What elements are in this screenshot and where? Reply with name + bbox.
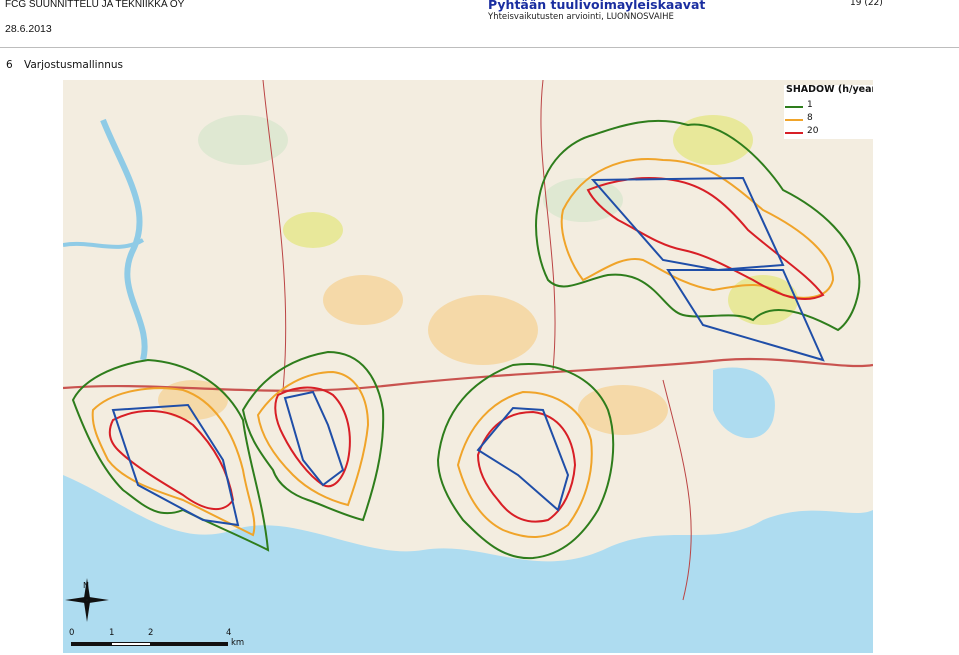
map-graphic: N: [63, 80, 873, 653]
legend-label: 8: [807, 113, 813, 123]
document-title: Pyhtään tuulivoimayleiskaavat: [488, 0, 706, 12]
shadow-map: N SHADOW (h/year) 1 8 20 0 1 2 4 km: [63, 80, 873, 653]
scale-label: 2: [148, 628, 154, 638]
legend-item-20h: 20: [785, 126, 865, 139]
turbine-area-boundary: [590, 176, 785, 272]
header-divider: [0, 47, 959, 48]
shadow-contour-20h: [476, 410, 577, 523]
river: [100, 118, 148, 361]
field-patch: [428, 295, 538, 365]
scale-segment: [111, 642, 152, 646]
scale-segment: [71, 642, 111, 646]
north-label: N: [83, 581, 89, 590]
section-number: 6: [6, 59, 13, 71]
legend-label: 20: [807, 126, 819, 136]
scale-unit: km: [231, 638, 245, 648]
section-heading: 6 Varjostusmallinnus: [6, 59, 123, 71]
page-header: FCG SUUNNITTELU JA TEKNIIKKA OY 28.6.201…: [0, 0, 959, 48]
field-patch: [673, 115, 753, 165]
document-subtitle: Yhteisvaikutusten arviointi, LUONNOSVAIH…: [488, 12, 674, 22]
field-patch: [578, 385, 668, 435]
field-patch: [283, 212, 343, 248]
legend-swatch: [785, 119, 803, 121]
river-branch: [63, 238, 145, 249]
scale-label: 1: [109, 628, 115, 638]
turbine-area-boundary: [476, 406, 570, 512]
page-number: 19 (22): [850, 0, 883, 8]
shadow-contour-1h: [436, 363, 615, 560]
legend-item-8h: 8: [785, 113, 865, 126]
section-title: Varjostusmallinnus: [24, 59, 124, 71]
scale-label: 4: [226, 628, 232, 638]
field-patch: [323, 275, 403, 325]
legend-label: 1: [807, 100, 813, 110]
turbine-area-boundary: [283, 390, 345, 487]
wetland-patch: [198, 115, 288, 165]
road: [540, 80, 556, 371]
scale-bar: 0 1 2 4 km: [69, 628, 259, 652]
bay-area: [713, 367, 775, 439]
turbine-area-boundary: [111, 403, 240, 527]
scale-label: 0: [69, 628, 75, 638]
legend-item-1h: 1: [785, 100, 865, 113]
legend-swatch: [785, 132, 803, 134]
legend-swatch: [785, 106, 803, 108]
shadow-legend: SHADOW (h/year) 1 8 20: [784, 84, 873, 139]
scale-segment: [150, 642, 228, 646]
company-name: FCG SUUNNITTELU JA TEKNIIKKA OY: [5, 0, 185, 10]
legend-title: SHADOW (h/year): [786, 84, 873, 95]
document-date: 28.6.2013: [5, 23, 52, 35]
